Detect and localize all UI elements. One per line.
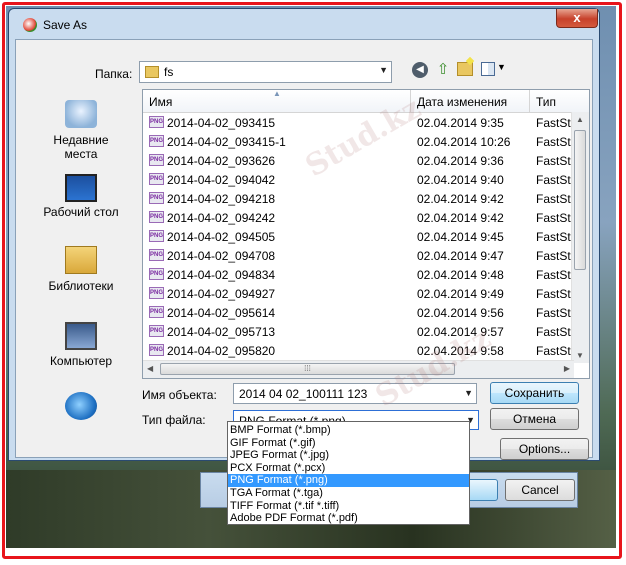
red-frame — [2, 2, 622, 559]
